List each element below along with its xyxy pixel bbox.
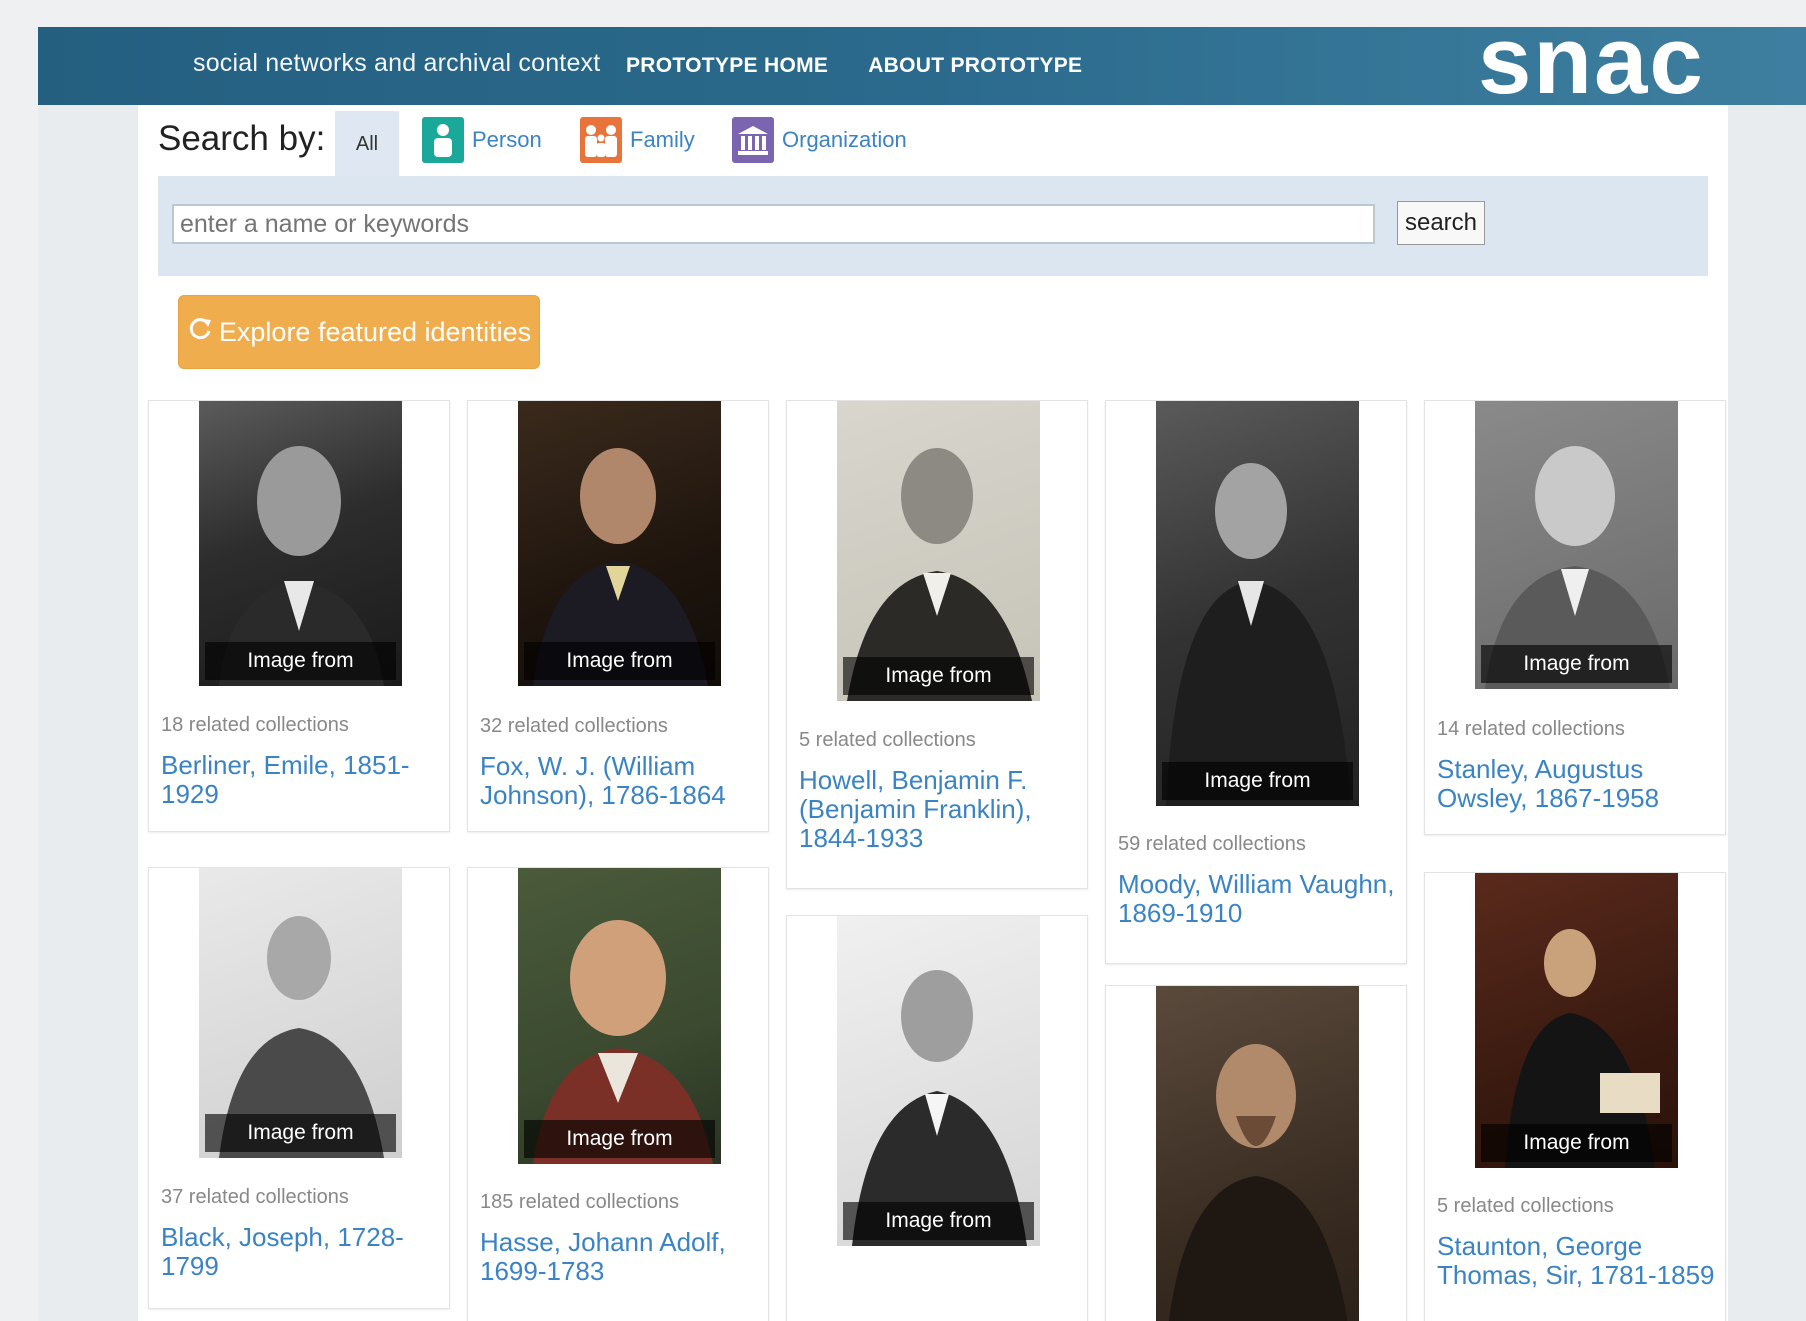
image-caption: Image from Wikipedia [205,642,396,680]
portrait-image[interactable]: Image from Wikipedia [199,401,402,686]
family-icon [580,117,622,163]
main-content: Search by: All Person Family Organizatio… [138,105,1728,1321]
identity-card[interactable] [1105,985,1407,1321]
identity-name-link[interactable]: Howell, Benjamin F. (Benjamin Franklin),… [799,766,1079,853]
search-panel: search [158,176,1708,276]
site-header: social networks and archival context PRO… [38,13,1806,109]
main-nav: PROTOTYPE HOME ABOUT PROTOTYPE [626,54,1082,78]
page-margin-right [1728,105,1806,1321]
tab-family[interactable]: Family [580,117,695,163]
portrait-image[interactable]: Image from Wikipedia [199,868,402,1158]
related-collections-count: 32 related collections [480,715,668,737]
identity-card[interactable]: Image from Wikipedia 5 related collectio… [1424,872,1726,1321]
identity-card[interactable]: Image from Wikipedia 185 related collect… [467,867,769,1321]
window-frame-left [0,27,38,1321]
image-caption: Image from Wikipedia [843,1202,1034,1240]
explore-featured-label: Explore featured identities [218,316,532,347]
search-button[interactable]: search [1397,201,1485,245]
image-caption: Image from Wikipedia [524,1120,715,1158]
tab-family-label: Family [630,127,695,152]
tab-organization-label: Organization [782,127,907,152]
site-tagline: social networks and archival context [193,49,601,77]
identity-name-link[interactable]: Moody, William Vaughn, 1869-1910 [1118,870,1398,928]
identity-name-link[interactable]: Black, Joseph, 1728-1799 [161,1223,441,1281]
tab-organization[interactable]: Organization [732,117,907,163]
related-collections-count: 185 related collections [480,1191,680,1213]
identity-card[interactable]: Image from Wikipedia 59 related collecti… [1105,400,1407,964]
search-by-label: Search by: [158,119,326,158]
identity-name-link[interactable]: Berliner, Emile, 1851-1929 [161,751,441,809]
image-caption: Image from Wikipedia [205,1114,396,1152]
image-caption: Image from Wikipedia [843,657,1034,695]
nav-about-prototype[interactable]: ABOUT PROTOTYPE [868,54,1082,78]
image-caption: Image from Wikipedia [1481,645,1672,683]
person-icon [422,117,464,163]
image-caption: Image from Wikipedia [1481,1124,1672,1162]
related-collections-count: 5 related collections [799,729,976,751]
portrait-image[interactable]: Image from Wikipedia [518,868,721,1164]
identity-name-link[interactable]: Fox, W. J. (William Johnson), 1786-1864 [480,752,760,810]
identity-name-link[interactable]: Hasse, Johann Adolf, 1699-1783 [480,1228,760,1286]
identity-card[interactable]: Image from Wikipedia 14 related collecti… [1424,400,1726,835]
identity-name-link[interactable]: Staunton, George Thomas, Sir, 1781-1859 [1437,1232,1717,1290]
identity-card[interactable]: Image from Wikipedia 32 related collecti… [467,400,769,832]
related-collections-count: 37 related collections [161,1186,349,1208]
image-caption: Image from Wikipedia [524,642,715,680]
tab-person[interactable]: Person [422,117,542,163]
related-collections-count: 59 related collections [1118,833,1306,855]
search-input[interactable] [172,204,1375,244]
explore-featured-button[interactable]: Explore featured identities [178,295,540,369]
nav-prototype-home[interactable]: PROTOTYPE HOME [626,54,828,78]
related-collections-count: 14 related collections [1437,718,1625,740]
portrait-image[interactable] [1156,986,1359,1321]
organization-icon [732,117,774,163]
identity-card[interactable]: Image from Wikipedia 5 related collectio… [786,400,1088,889]
portrait-image[interactable]: Image from Wikipedia [837,916,1040,1246]
portrait-image[interactable]: Image from Wikipedia [1475,873,1678,1168]
identity-card[interactable]: Image from Wikipedia 18 related collecti… [148,400,450,832]
portrait-image[interactable]: Image from Wikipedia [518,401,721,686]
refresh-icon [187,316,213,349]
related-collections-count: 5 related collections [1437,1195,1614,1217]
tab-person-label: Person [472,127,542,152]
portrait-image[interactable]: Image from Wikipedia [1475,401,1678,689]
identity-card[interactable]: Image from Wikipedia 37 related collecti… [148,867,450,1309]
identity-card[interactable]: Image from Wikipedia [786,915,1088,1321]
portrait-image[interactable]: Image from Wikipedia [837,401,1040,701]
snac-logo[interactable]: snac [1478,13,1705,109]
tab-all[interactable]: All [335,111,399,178]
portrait-image[interactable]: Image from Wikipedia [1156,401,1359,806]
related-collections-count: 18 related collections [161,714,349,736]
identity-name-link[interactable]: Stanley, Augustus Owsley, 1867-1958 [1437,755,1717,813]
image-caption: Image from Wikipedia [1162,762,1353,800]
